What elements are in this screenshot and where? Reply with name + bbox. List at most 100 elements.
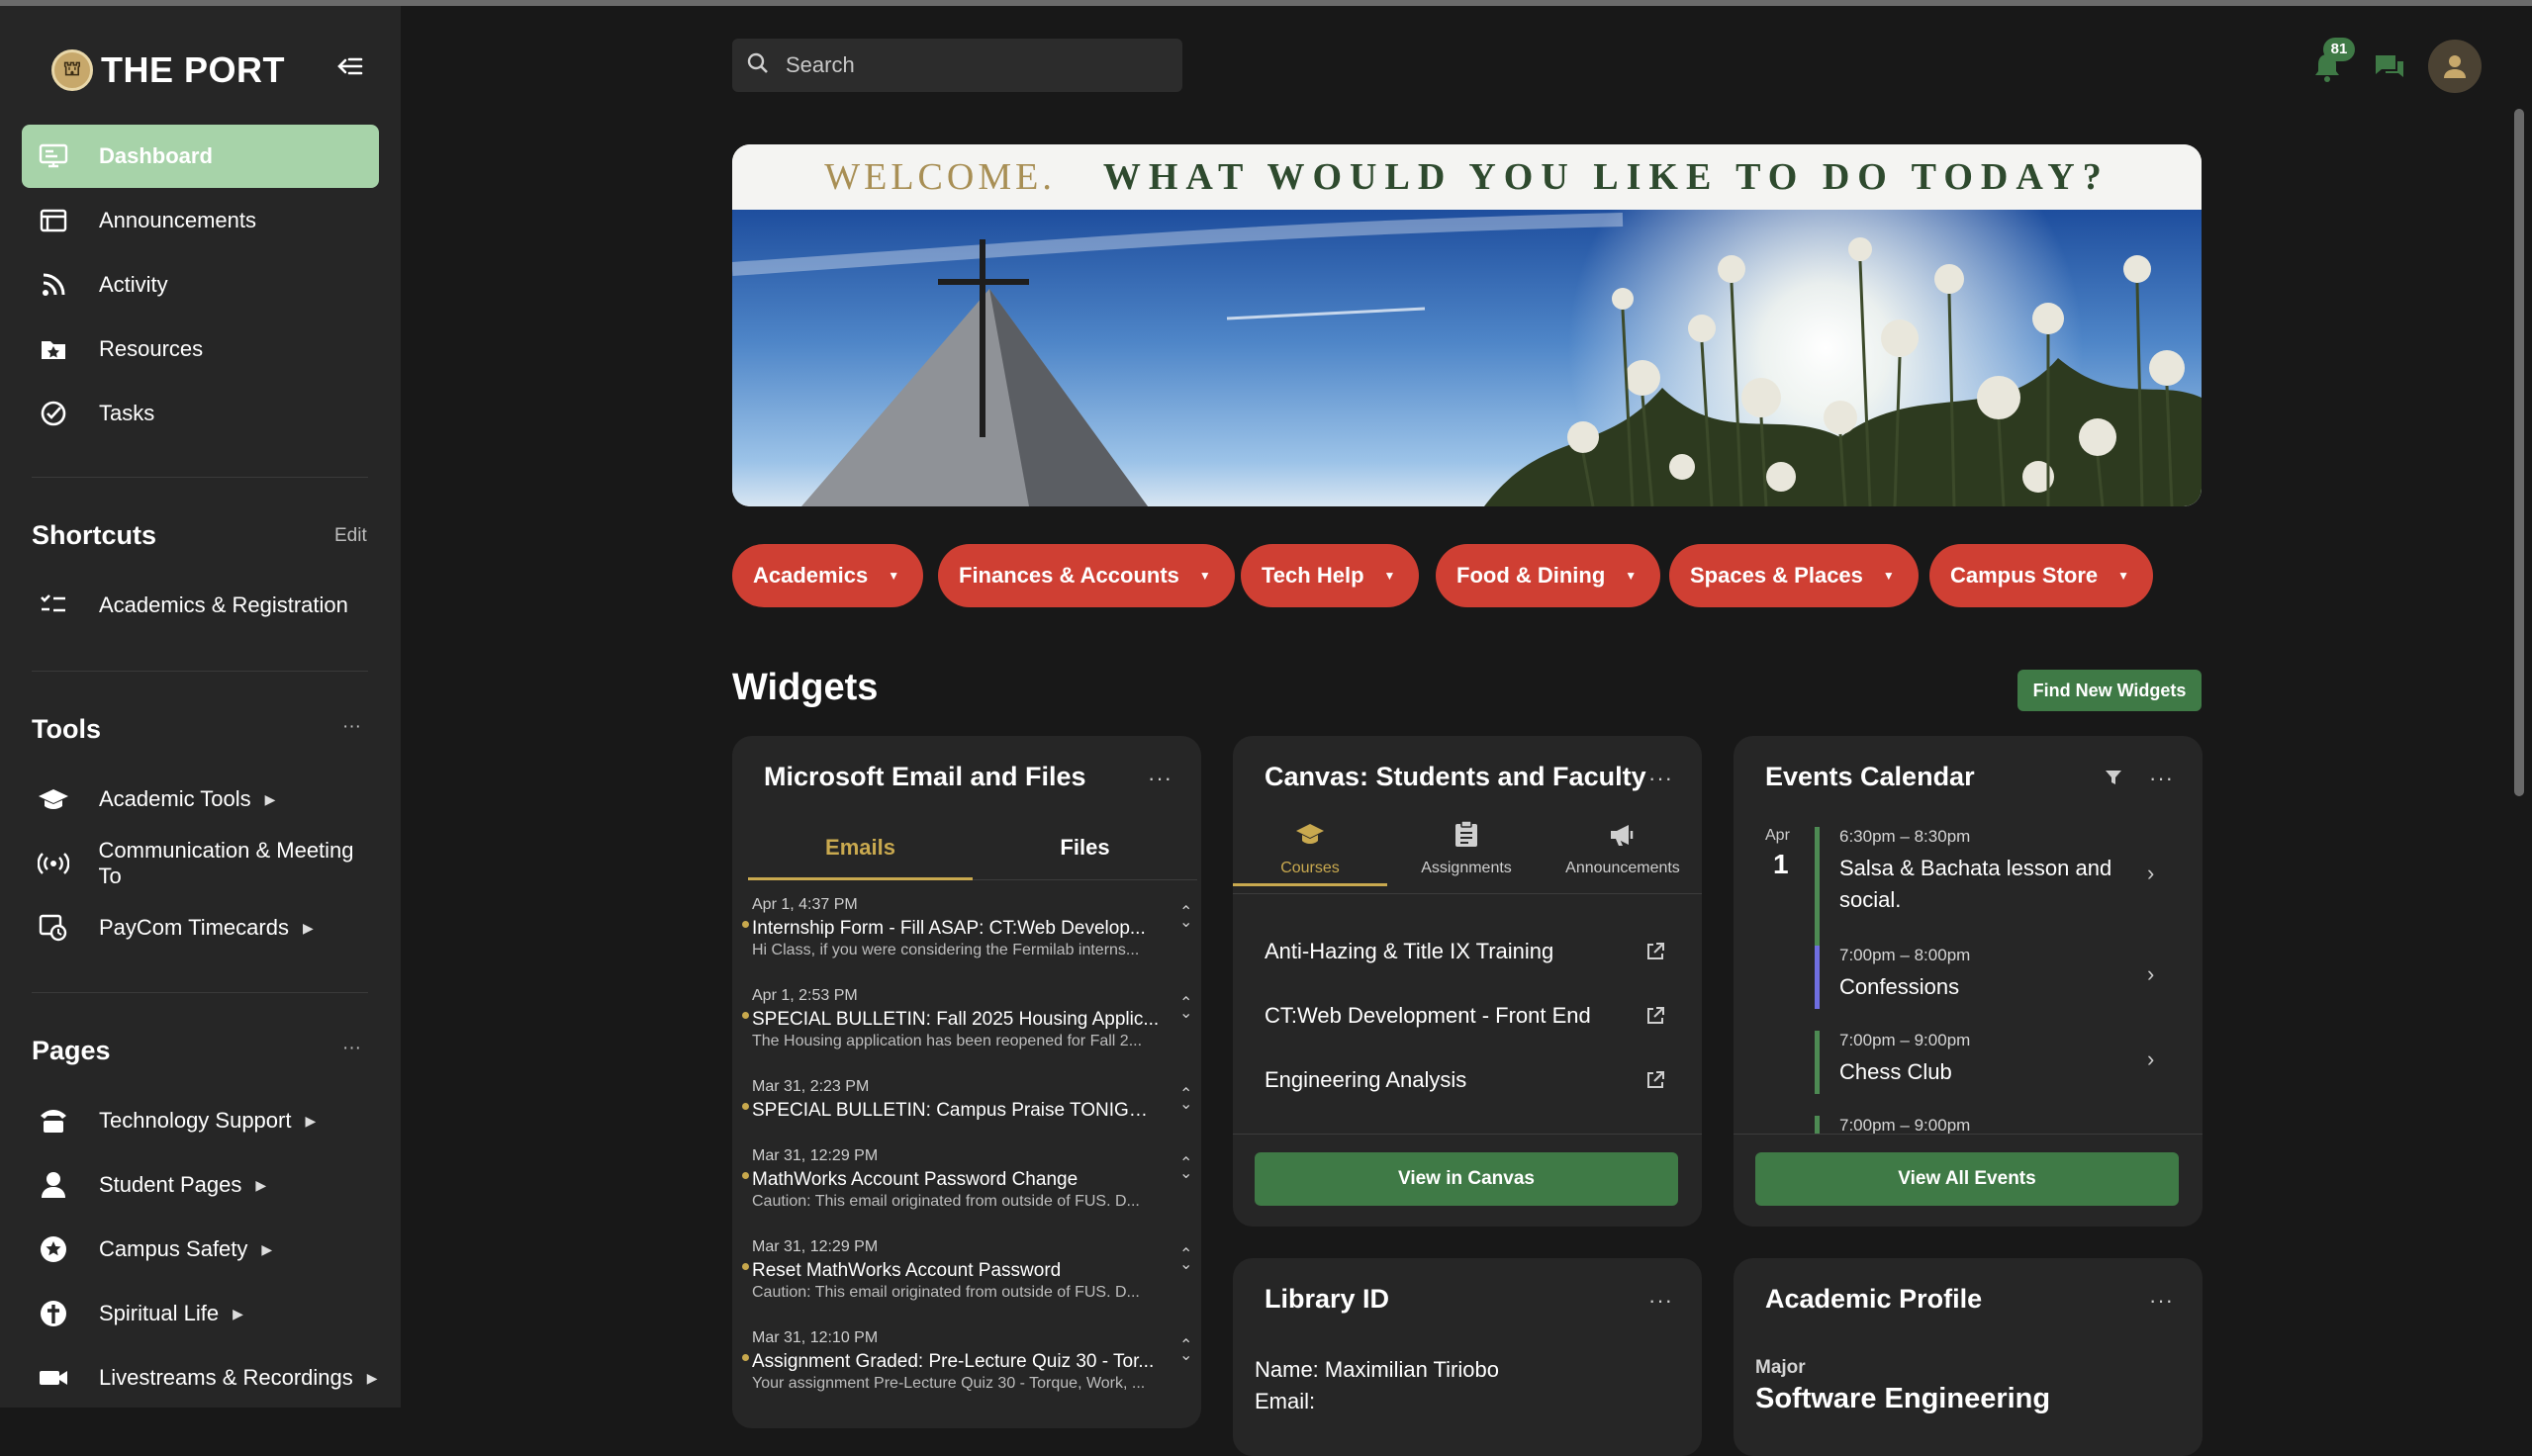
email-list-item[interactable]: Mar 31, 2:23 PM SPECIAL BULLETIN: Campus… xyxy=(742,1078,1192,1122)
event-item[interactable]: 7:00pm – 9:00pm xyxy=(1815,1116,2151,1134)
filter-icon[interactable] xyxy=(2104,768,2123,792)
sidebar-item-label: Technology Support xyxy=(99,1108,292,1133)
sidebar-item-academic-tools[interactable]: Academic Tools ▶ xyxy=(22,768,379,831)
widget-title: Academic Profile xyxy=(1765,1284,1983,1314)
quick-link-tech-help[interactable]: Tech Help ▼ xyxy=(1241,544,1420,607)
sidebar-item-student-pages[interactable]: Student Pages ▶ xyxy=(22,1153,379,1217)
search-input[interactable] xyxy=(786,52,1142,78)
chevron-right-icon[interactable]: › xyxy=(2147,861,2154,886)
unread-dot xyxy=(742,1172,749,1179)
email-list-item[interactable]: Mar 31, 12:29 PM MathWorks Account Passw… xyxy=(742,1147,1192,1211)
course-link[interactable]: Engineering Analysis xyxy=(1265,1067,1466,1093)
quick-link-campus-store[interactable]: Campus Store ▼ xyxy=(1929,544,2154,607)
sidebar-item-paycom[interactable]: PayCom Timecards ▶ xyxy=(22,896,379,959)
banner-heading: WELCOME. WHAT WOULD YOU LIKE TO DO TODAY… xyxy=(732,144,2202,210)
sidebar-item-label: PayCom Timecards xyxy=(99,915,289,940)
expand-icon[interactable]: ⌃ ⌄ xyxy=(1179,1087,1192,1113)
checklist-icon xyxy=(34,586,73,625)
sidebar-item-announcements[interactable]: Announcements xyxy=(22,189,379,252)
pages-more-icon[interactable]: ··· xyxy=(342,1038,361,1059)
person-icon xyxy=(2444,55,2466,78)
dropdown-caret-icon: ▼ xyxy=(1198,569,1211,583)
pages-heading: Pages xyxy=(32,1036,111,1065)
more-options-icon[interactable]: ··· xyxy=(2149,1288,2174,1314)
shortcuts-edit-link[interactable]: Edit xyxy=(334,525,367,547)
email-date: Mar 31, 12:29 PM xyxy=(752,1147,879,1164)
sidebar-item-label: Academics & Registration xyxy=(99,592,348,617)
email-list-item[interactable]: Apr 1, 4:37 PM Internship Form - Fill AS… xyxy=(742,896,1192,959)
tab-emails[interactable]: Emails xyxy=(748,823,973,880)
course-link[interactable]: Anti-Hazing & Title IX Training xyxy=(1265,939,1553,964)
shortcut-academics-registration[interactable]: Academics & Registration xyxy=(22,574,379,637)
tab-announcements[interactable]: Announcements xyxy=(1546,815,1700,886)
sidebar-item-spiritual-life[interactable]: Spiritual Life ▶ xyxy=(22,1282,379,1345)
divider xyxy=(1233,893,1702,894)
email-tabs: Emails Files xyxy=(748,823,1197,880)
tab-files[interactable]: Files xyxy=(973,823,1197,880)
email-subject: Internship Form - Fill ASAP: CT:Web Deve… xyxy=(752,918,1146,939)
user-avatar[interactable] xyxy=(2428,40,2482,93)
email-list-item[interactable]: Apr 1, 2:53 PM SPECIAL BULLETIN: Fall 20… xyxy=(742,987,1192,1050)
sidebar-item-dashboard[interactable]: Dashboard xyxy=(22,125,379,188)
sidebar-item-tasks[interactable]: Tasks xyxy=(22,382,379,445)
brand[interactable]: ⛫ THE PORT xyxy=(51,46,285,95)
sidebar-item-label: Spiritual Life xyxy=(99,1301,220,1325)
external-link-icon[interactable] xyxy=(1644,1005,1666,1032)
collapse-sidebar-icon[interactable] xyxy=(332,51,368,87)
quick-link-spaces-places[interactable]: Spaces & Places ▼ xyxy=(1669,544,1919,607)
sidebar-item-resources[interactable]: Resources xyxy=(22,318,379,381)
quick-link-finances[interactable]: Finances & Accounts ▼ xyxy=(938,544,1235,607)
tools-more-icon[interactable]: ··· xyxy=(342,716,361,738)
unread-dot xyxy=(742,1263,749,1270)
more-options-icon[interactable]: ··· xyxy=(2149,766,2174,791)
quick-link-label: Tech Help xyxy=(1262,563,1364,588)
clipboard-icon xyxy=(1455,820,1477,847)
tab-courses[interactable]: Courses xyxy=(1233,815,1387,886)
megaphone-icon xyxy=(1611,825,1634,846)
email-subject: MathWorks Account Password Change xyxy=(752,1169,1078,1190)
quick-link-academics[interactable]: Academics ▼ xyxy=(732,544,924,607)
page-scrollbar[interactable] xyxy=(2514,109,2524,796)
external-link-icon[interactable] xyxy=(1644,1069,1666,1096)
sidebar-item-livestreams[interactable]: Livestreams & Recordings ▶ xyxy=(22,1346,379,1410)
banner-welcome: WELCOME. xyxy=(824,156,1056,198)
email-list-item[interactable]: Mar 31, 12:29 PM Reset MathWorks Account… xyxy=(742,1238,1192,1302)
event-item[interactable]: 7:00pm – 9:00pm Chess Club xyxy=(1815,1031,2151,1094)
chevron-right-icon[interactable]: › xyxy=(2147,961,2154,987)
email-list-item[interactable]: Mar 31, 12:10 PM Assignment Graded: Pre-… xyxy=(742,1329,1192,1393)
sidebar-item-campus-safety[interactable]: Campus Safety ▶ xyxy=(22,1218,379,1281)
course-link[interactable]: CT:Web Development - Front End xyxy=(1265,1003,1591,1029)
expand-icon[interactable]: ⌃ ⌄ xyxy=(1179,1156,1192,1182)
sidebar-item-technology-support[interactable]: Technology Support ▶ xyxy=(22,1089,379,1152)
more-options-icon[interactable]: ··· xyxy=(1648,1288,1673,1314)
email-subject: Reset MathWorks Account Password xyxy=(752,1260,1062,1281)
find-new-widgets-button[interactable]: Find New Widgets xyxy=(2017,670,2202,711)
search-bar[interactable] xyxy=(732,39,1182,92)
more-options-icon[interactable]: ··· xyxy=(1648,766,1673,791)
widget-title: Microsoft Email and Files xyxy=(764,762,1086,791)
divider xyxy=(1734,1134,2203,1135)
tab-assignments[interactable]: Assignments xyxy=(1389,815,1544,886)
expand-icon[interactable]: ⌃ ⌄ xyxy=(1179,905,1192,931)
event-time: 7:00pm – 9:00pm xyxy=(1839,1116,1971,1134)
chevron-right-icon[interactable]: › xyxy=(2147,1046,2154,1072)
banner-image xyxy=(732,210,2202,506)
sidebar-item-label: Livestreams & Recordings xyxy=(99,1365,353,1390)
quick-link-label: Finances & Accounts xyxy=(959,563,1179,588)
divider xyxy=(32,992,368,993)
more-options-icon[interactable]: ··· xyxy=(1148,766,1172,791)
event-item[interactable]: 7:00pm – 8:00pm Confessions xyxy=(1815,946,2151,1009)
chat-icon[interactable] xyxy=(2372,49,2407,85)
expand-icon[interactable]: ⌃ ⌄ xyxy=(1179,1247,1192,1273)
sidebar-item-activity[interactable]: Activity xyxy=(22,253,379,317)
view-all-events-button[interactable]: View All Events xyxy=(1755,1152,2179,1206)
rss-icon xyxy=(34,265,73,305)
sidebar-item-label: Tasks xyxy=(99,401,155,425)
view-in-canvas-button[interactable]: View in Canvas xyxy=(1255,1152,1678,1206)
sidebar-item-communication[interactable]: Communication & Meeting To xyxy=(22,832,379,895)
expand-icon[interactable]: ⌃ ⌄ xyxy=(1179,996,1192,1022)
quick-link-food-dining[interactable]: Food & Dining ▼ xyxy=(1436,544,1661,607)
expand-icon[interactable]: ⌃ ⌄ xyxy=(1179,1338,1192,1364)
external-link-icon[interactable] xyxy=(1644,941,1666,967)
sidebar-item-label: Activity xyxy=(99,272,168,297)
